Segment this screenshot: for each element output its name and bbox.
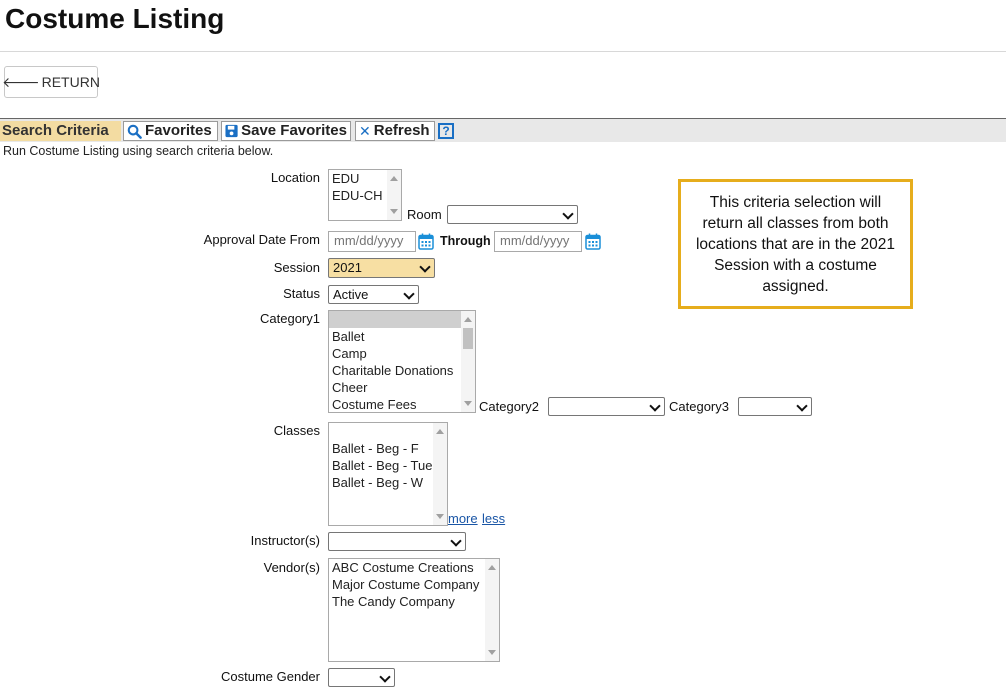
costume-gender-select[interactable]: [328, 668, 395, 687]
save-icon: [225, 124, 238, 138]
vendors-listbox[interactable]: ABC Costume Creations Major Costume Comp…: [328, 558, 500, 662]
instructors-label: Instructor(s): [250, 533, 320, 548]
category1-option[interactable]: Cheer: [329, 379, 475, 396]
close-icon: ✕: [359, 123, 371, 139]
category1-option[interactable]: Camp: [329, 345, 475, 362]
callout-line: return all classes from both: [702, 215, 889, 232]
classes-option[interactable]: [329, 423, 447, 440]
more-link[interactable]: more: [448, 511, 478, 526]
category3-label: Category3: [669, 399, 729, 414]
through-label: Through: [440, 234, 491, 248]
status-label: Status: [283, 286, 320, 301]
room-label: Room: [407, 207, 442, 222]
session-value: 2021: [333, 260, 362, 275]
classes-option[interactable]: Ballet - Beg - Tue: [329, 457, 447, 474]
refresh-button[interactable]: ✕ Refresh: [355, 121, 435, 141]
category1-scrollbar[interactable]: [461, 311, 475, 412]
category1-option[interactable]: Charitable Donations: [329, 362, 475, 379]
save-favorites-button[interactable]: Save Favorites: [221, 121, 351, 141]
arrow-left-icon: 🡐: [2, 73, 40, 90]
session-select[interactable]: 2021: [328, 258, 435, 278]
return-button[interactable]: 🡐 RETURN: [2, 66, 100, 98]
favorites-button[interactable]: Favorites: [123, 121, 218, 141]
tab-search-criteria[interactable]: Search Criteria: [0, 121, 121, 141]
vendors-scrollbar[interactable]: [485, 559, 499, 661]
return-label: RETURN: [41, 74, 100, 90]
favorites-label: Favorites: [145, 122, 212, 139]
session-label: Session: [273, 260, 320, 275]
classes-listbox[interactable]: Ballet - Beg - F Ballet - Beg - Tue Ball…: [328, 422, 448, 526]
classes-scrollbar[interactable]: [433, 423, 447, 525]
callout-line: locations that are in the 2021: [695, 236, 896, 253]
category1-option[interactable]: Ballet: [329, 328, 475, 345]
location-scrollbar[interactable]: [387, 170, 401, 220]
instructions-text: Run Costume Listing using search criteri…: [3, 144, 274, 158]
instructors-select[interactable]: [328, 532, 466, 551]
category2-label: Category2: [479, 399, 539, 414]
vendors-label: Vendor(s): [263, 560, 320, 575]
approval-date-from-label: Approval Date From: [203, 232, 320, 247]
category1-option[interactable]: Costume Fees: [329, 396, 475, 412]
calendar-icon[interactable]: [418, 233, 434, 250]
callout-line: assigned.: [762, 278, 829, 295]
category3-select[interactable]: [738, 397, 812, 416]
classes-label: Classes: [273, 423, 320, 438]
room-select[interactable]: [447, 205, 578, 224]
approval-date-from-input[interactable]: mm/dd/yyyy: [328, 231, 416, 252]
callout-line: Session with a costume: [714, 257, 877, 274]
page-title: Costume Listing: [5, 3, 225, 34]
less-link[interactable]: less: [482, 511, 505, 526]
through-date-input[interactable]: mm/dd/yyyy: [494, 231, 582, 252]
category2-select[interactable]: [548, 397, 665, 416]
header-divider: [0, 51, 1006, 52]
vendors-option[interactable]: Major Costume Company: [329, 576, 499, 593]
help-icon[interactable]: ?: [438, 123, 454, 139]
save-favorites-label: Save Favorites: [241, 122, 347, 139]
classes-option[interactable]: Ballet - Beg - F: [329, 440, 447, 457]
costume-gender-label: Costume Gender: [221, 669, 320, 684]
refresh-label: Refresh: [373, 122, 430, 139]
category1-listbox[interactable]: Ballet Camp Charitable Donations Cheer C…: [328, 310, 476, 413]
location-listbox[interactable]: EDU EDU-CH: [328, 169, 402, 221]
callout-note: This criteria selection will return all …: [678, 179, 913, 309]
location-label: Location: [270, 170, 320, 185]
classes-option[interactable]: Ballet - Beg - W: [329, 474, 447, 491]
calendar-icon[interactable]: [585, 233, 601, 250]
vendors-option[interactable]: The Candy Company: [329, 593, 499, 610]
category1-label: Category1: [260, 311, 320, 326]
status-value: Active: [333, 287, 369, 302]
status-select[interactable]: Active: [328, 285, 419, 304]
callout-line: This criteria selection will: [709, 194, 882, 211]
search-icon: [127, 124, 142, 139]
category1-option[interactable]: [329, 311, 475, 328]
vendors-option[interactable]: ABC Costume Creations: [329, 559, 499, 576]
